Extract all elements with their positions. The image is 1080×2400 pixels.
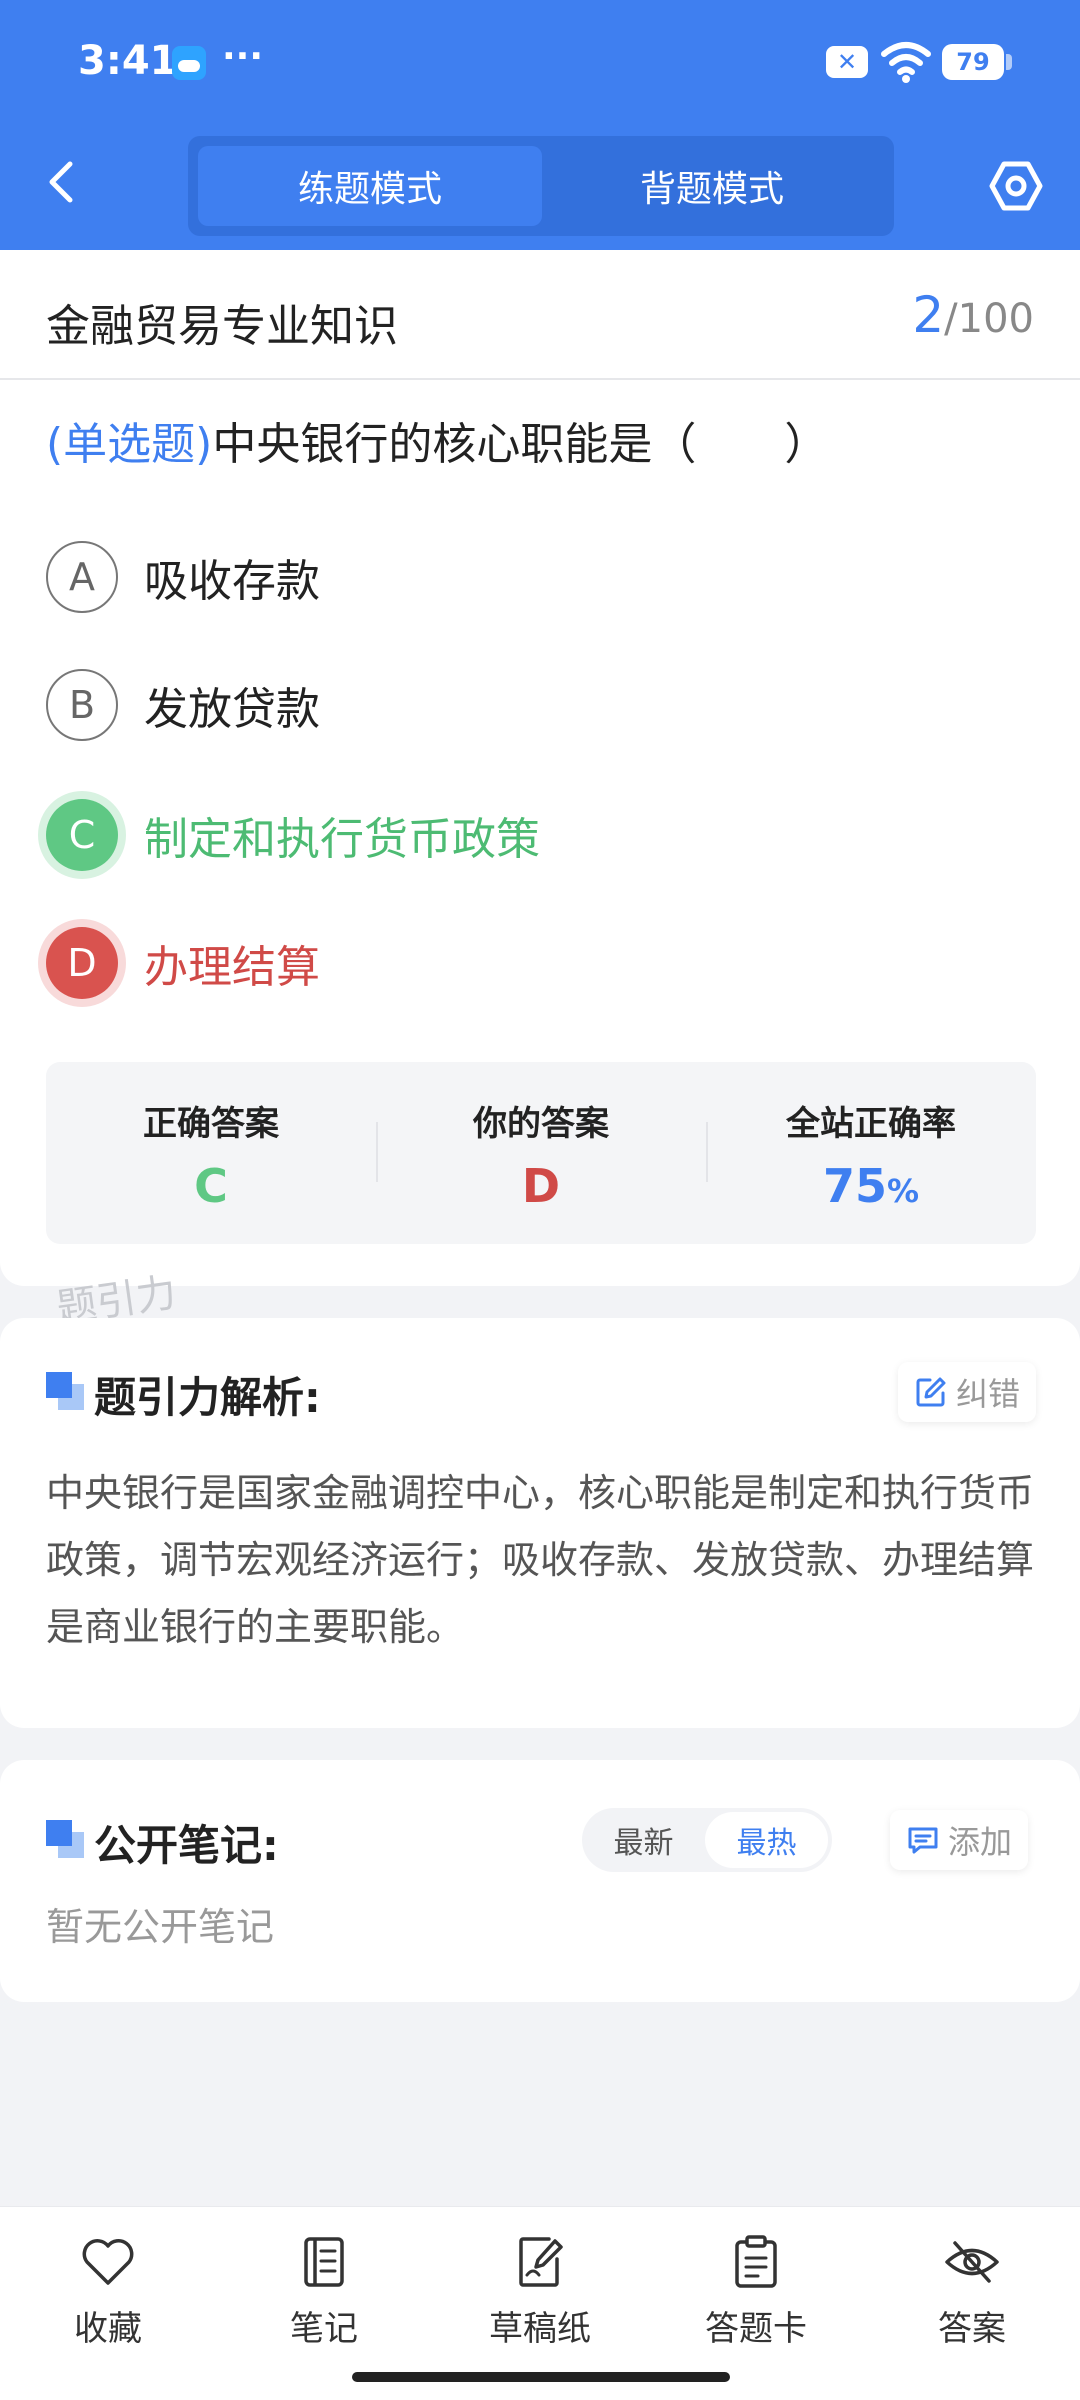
your-answer: 你的答案 D	[376, 1062, 706, 1244]
edit-icon	[916, 1377, 946, 1407]
option-letter: D	[46, 927, 118, 999]
nav-label: 答题卡	[705, 2309, 807, 2349]
nav-label: 笔记	[290, 2309, 358, 2349]
option-text: 制定和执行货币政策	[144, 814, 540, 865]
notes-sort-toggle: 最新 最热	[582, 1808, 832, 1872]
app-header: 3:41 ··· ✕ 79 练题模式 背题模式	[0, 0, 1080, 250]
question-stem: 中央银行的核心职能是（ ）	[212, 419, 829, 470]
public-notes-card: 公开笔记: 最新 最热 添加 暂无公开笔记	[0, 1760, 1080, 2002]
nav-notes[interactable]: 笔记	[244, 2233, 404, 2350]
notebook-icon	[304, 2237, 344, 2287]
option-text: 吸收存款	[144, 556, 320, 607]
report-error-label: 纠错	[956, 1375, 1021, 1413]
question-text: (单选题)中央银行的核心职能是（ ）	[46, 408, 828, 472]
your-answer-value: D	[521, 1159, 561, 1213]
clipboard-icon	[735, 2235, 777, 2288]
accuracy-number: 75	[822, 1159, 887, 1213]
section-icon	[46, 1820, 84, 1858]
option-text: 发放贷款	[144, 684, 320, 735]
nav-answer-sheet[interactable]: 答题卡	[676, 2233, 836, 2350]
option-letter: C	[46, 799, 118, 871]
site-accuracy-label: 全站正确率	[786, 1104, 956, 1144]
wifi-icon	[881, 42, 931, 83]
report-error-button[interactable]: 纠错	[898, 1362, 1037, 1422]
progress-total: /100	[944, 296, 1034, 342]
analysis-text: 中央银行是国家金融调控中心，核心职能是制定和执行货币政策，调节宏观经济运行；吸收…	[46, 1471, 1035, 1649]
option-c[interactable]: C 制定和执行货币政策	[46, 798, 540, 872]
nav-draft[interactable]: 草稿纸	[460, 2233, 620, 2350]
site-accuracy-value: 75%	[706, 1159, 1036, 1213]
heart-icon	[82, 2239, 134, 2285]
site-accuracy: 全站正确率 75%	[706, 1062, 1036, 1244]
nav-show-answer[interactable]: 答案	[892, 2233, 1052, 2350]
tab-memorize-mode[interactable]: 背题模式	[540, 146, 884, 226]
sort-latest[interactable]: 最新	[582, 1812, 705, 1868]
draft-icon	[519, 2237, 563, 2287]
settings-icon[interactable]	[988, 158, 1044, 214]
option-a[interactable]: A 吸收存款	[46, 540, 320, 614]
option-letter: A	[46, 541, 118, 613]
section-icon	[46, 1372, 84, 1410]
option-b[interactable]: B 发放贷款	[46, 668, 320, 742]
correct-answer-label: 正确答案	[143, 1104, 279, 1144]
back-arrow-icon[interactable]	[40, 160, 84, 204]
your-answer-label: 你的答案	[473, 1104, 609, 1144]
divider	[0, 378, 1080, 380]
question-progress: 2/100	[912, 286, 1034, 344]
empty-notes-text: 暂无公开笔记	[46, 1905, 275, 1949]
status-more-icon: ···	[222, 36, 264, 77]
notification-x-icon: ✕	[826, 46, 868, 78]
bottom-toolbar: 收藏 笔记 草稿纸 答题卡 答案	[0, 2206, 1080, 2400]
battery-indicator: 79	[942, 44, 1012, 80]
add-note-button[interactable]: 添加	[890, 1810, 1029, 1870]
nav-favorite[interactable]: 收藏	[28, 2233, 188, 2350]
eye-off-icon	[945, 2241, 999, 2283]
nav-label: 草稿纸	[489, 2309, 591, 2349]
status-time: 3:41	[78, 38, 178, 84]
nav-label: 收藏	[74, 2309, 142, 2349]
add-note-label: 添加	[948, 1823, 1013, 1861]
correct-answer-value: C	[194, 1159, 228, 1213]
question-type: (单选题)	[46, 419, 213, 470]
accuracy-unit: %	[886, 1172, 920, 1210]
analysis-card: 题引力解析: 纠错 中央银行是国家金融调控中心，核心职能是制定和执行货币政策，调…	[0, 1318, 1080, 1728]
option-d[interactable]: D 办理结算	[46, 926, 320, 1000]
sort-hottest[interactable]: 最热	[705, 1812, 828, 1868]
question-card: 金融贸易专业知识 2/100 (单选题)中央银行的核心职能是（ ） A 吸收存款…	[0, 250, 1080, 1286]
weather-icon	[172, 46, 206, 80]
tab-practice-mode[interactable]: 练题模式	[198, 146, 542, 226]
progress-current: 2	[912, 286, 945, 344]
home-indicator[interactable]	[352, 2372, 730, 2382]
correct-answer: 正确答案 C	[46, 1062, 376, 1244]
subject-title: 金融贸易专业知识	[46, 301, 398, 352]
comment-icon	[908, 1827, 938, 1854]
mode-switch: 练题模式 背题模式	[188, 136, 894, 236]
option-letter: B	[46, 669, 118, 741]
notes-title: 公开笔记:	[94, 1821, 279, 1870]
analysis-title: 题引力解析:	[94, 1373, 321, 1422]
answer-summary: 正确答案 C 你的答案 D 全站正确率 75%	[46, 1062, 1036, 1244]
option-text: 办理结算	[144, 942, 320, 993]
nav-label: 答案	[938, 2309, 1006, 2349]
